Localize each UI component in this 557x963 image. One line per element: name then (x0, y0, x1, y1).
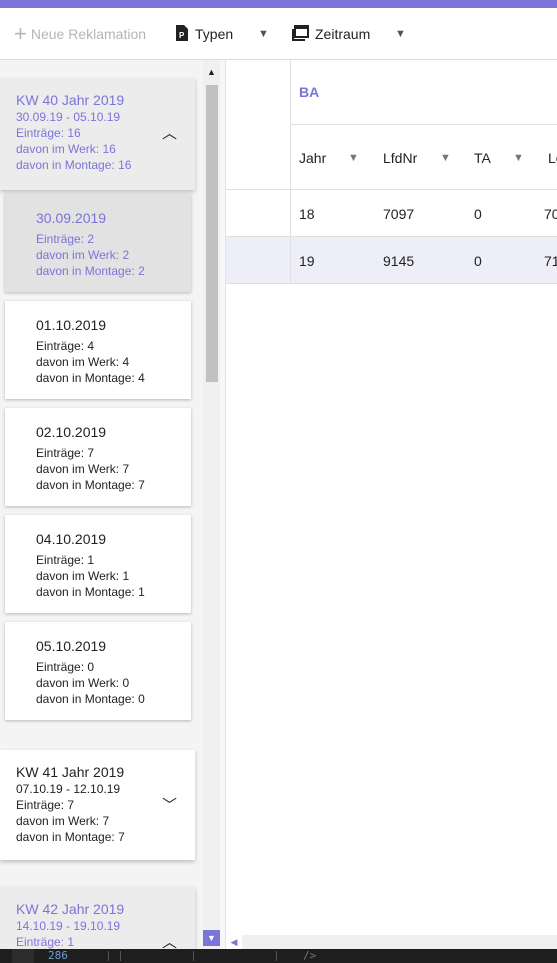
grid-horizontal-scrollbar[interactable]: ◀ (226, 935, 557, 949)
chevron-up-icon[interactable]: ︿ (162, 931, 177, 949)
cell-ta: 0 (474, 252, 482, 269)
new-reklamation-button[interactable]: + Neue Reklamation (14, 8, 146, 60)
day-montage: davon in Montage: 1 (36, 585, 145, 599)
week-list-scrollbar[interactable]: ▲ ▼ (203, 60, 220, 949)
day-card-01-10-2019[interactable]: 01.10.2019 Einträge: 4 davon im Werk: 4 … (5, 301, 191, 399)
svg-text:P: P (179, 31, 185, 40)
table-row[interactable]: 19 9145 0 71 (226, 237, 557, 284)
day-entries: Einträge: 7 (36, 446, 95, 460)
zeitraum-caret-icon[interactable]: ▼ (395, 8, 406, 60)
row-separator (290, 237, 291, 284)
day-entries: Einträge: 4 (36, 339, 95, 353)
cell-jahr: 18 (299, 205, 315, 222)
scroll-up-arrow-icon[interactable]: ▲ (203, 64, 220, 80)
day-date: 30.09.2019 (36, 210, 107, 226)
week-title: KW 42 Jahr 2019 (16, 901, 125, 917)
toolbar: + Neue Reklamation P Typen ▼ Zeitraum ▼ (0, 8, 557, 60)
day-montage: davon in Montage: 0 (36, 692, 145, 706)
cell-lo: 70 (544, 205, 557, 222)
cell-ta: 0 (474, 205, 482, 222)
day-entries: Einträge: 1 (36, 553, 95, 567)
indent-guide (276, 951, 277, 961)
day-montage: davon in Montage: 7 (36, 478, 145, 492)
cell-lfdnr: 9145 (383, 252, 415, 269)
line-number: 286 (48, 949, 68, 962)
column-group-header: BA (290, 60, 557, 125)
column-header-ta[interactable]: TA (474, 125, 491, 190)
day-card-05-10-2019[interactable]: 05.10.2019 Einträge: 0 davon im Werk: 0 … (5, 622, 191, 720)
day-entries: Einträge: 0 (36, 660, 95, 674)
indent-guide (120, 951, 121, 961)
scroll-left-arrow-icon[interactable]: ◀ (226, 935, 242, 949)
filter-icon[interactable]: ▼ (440, 125, 451, 190)
indent-guide (193, 951, 194, 961)
plus-icon: + (14, 21, 27, 46)
status-block (12, 949, 34, 963)
week-card-kw41[interactable]: KW 41 Jahr 2019 07.10.19 - 12.10.19 Eint… (0, 750, 195, 860)
indent-guide (108, 951, 109, 961)
cell-lo: 71 (544, 252, 557, 269)
column-header-lfdnr[interactable]: LfdNr (383, 125, 417, 190)
day-werk: davon im Werk: 1 (36, 569, 130, 583)
day-date: 05.10.2019 (36, 638, 107, 654)
table-row[interactable]: 18 7097 0 70 (226, 190, 557, 237)
day-werk: davon im Werk: 2 (36, 248, 130, 262)
day-date: 02.10.2019 (36, 424, 107, 440)
zeitraum-label: Zeitraum (315, 26, 371, 42)
app-top-accent-bar (0, 0, 557, 8)
filter-icon[interactable]: ▼ (348, 125, 359, 190)
filter-icon[interactable]: ▼ (513, 125, 524, 190)
day-card-04-10-2019[interactable]: 04.10.2019 Einträge: 1 davon im Werk: 1 … (5, 515, 191, 613)
week-montage: davon in Montage: 16 (16, 158, 132, 172)
typen-label: Typen (195, 26, 234, 42)
editor-status-strip: 286 /> (0, 949, 557, 963)
column-header-jahr[interactable]: Jahr (299, 125, 326, 190)
data-grid: BA Jahr ▼ LfdNr ▼ TA ▼ Lo 18 7097 0 70 1… (226, 60, 557, 935)
zeitraum-dropdown[interactable]: Zeitraum (292, 8, 370, 60)
scroll-down-arrow-icon[interactable]: ▼ (203, 930, 220, 946)
day-montage: davon in Montage: 4 (36, 371, 145, 385)
chevron-up-icon[interactable]: ︿ (162, 122, 177, 143)
document-type-icon: P (175, 24, 189, 45)
cell-lfdnr: 7097 (383, 205, 415, 222)
scrollbar-thumb[interactable] (206, 85, 218, 382)
day-card-02-10-2019[interactable]: 02.10.2019 Einträge: 7 davon im Werk: 7 … (5, 408, 191, 506)
week-montage: davon in Montage: 7 (16, 830, 125, 844)
day-date: 01.10.2019 (36, 317, 107, 333)
day-werk: davon im Werk: 4 (36, 355, 130, 369)
typen-caret-icon[interactable]: ▼ (258, 8, 269, 60)
row-separator (290, 190, 291, 237)
cell-jahr: 19 (299, 252, 315, 269)
week-title: KW 40 Jahr 2019 (16, 92, 125, 108)
week-werk: davon im Werk: 16 (16, 142, 116, 156)
day-montage: davon in Montage: 2 (36, 264, 145, 278)
day-card-30-09-2019[interactable]: 30.09.2019 Einträge: 2 davon im Werk: 2 … (5, 194, 191, 292)
column-separator (290, 125, 291, 190)
day-date: 04.10.2019 (36, 531, 107, 547)
week-title: KW 41 Jahr 2019 (16, 764, 125, 780)
column-header-lo[interactable]: Lo (548, 125, 557, 190)
typen-dropdown[interactable]: P Typen (175, 8, 233, 60)
week-card-kw42[interactable]: KW 42 Jahr 2019 14.10.19 - 19.10.19 Eint… (0, 887, 195, 949)
new-reklamation-label: Neue Reklamation (30, 26, 147, 42)
code-fragment: /> (303, 949, 317, 962)
week-list-panel: KW 40 Jahr 2019 30.09.19 - 05.10.19 Eint… (0, 60, 203, 949)
week-card-kw40[interactable]: KW 40 Jahr 2019 30.09.19 - 05.10.19 Eint… (0, 78, 195, 190)
day-werk: davon im Werk: 7 (36, 462, 130, 476)
day-entries: Einträge: 2 (36, 232, 95, 246)
calendar-range-icon (292, 24, 309, 44)
week-werk: davon im Werk: 7 (16, 814, 110, 828)
chevron-down-icon[interactable]: ﹀ (162, 794, 177, 815)
day-werk: davon im Werk: 0 (36, 676, 130, 690)
column-header-row: Jahr ▼ LfdNr ▼ TA ▼ Lo (226, 125, 557, 190)
